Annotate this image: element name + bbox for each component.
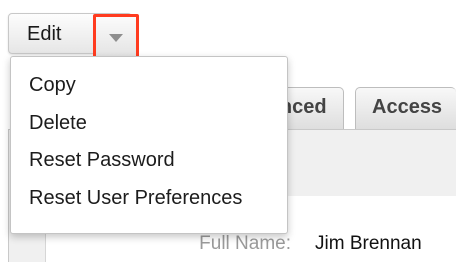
edit-split-button: Edit: [8, 13, 139, 59]
actions-dropdown-toggle[interactable]: [93, 14, 139, 59]
full-name-value: Jim Brennan: [315, 233, 422, 254]
menu-item-reset-password[interactable]: Reset Password: [11, 142, 287, 180]
menu-item-copy[interactable]: Copy: [11, 67, 287, 105]
actions-dropdown-menu: Copy Delete Reset Password Reset User Pr…: [10, 56, 288, 234]
edit-button[interactable]: Edit: [27, 23, 61, 45]
menu-item-reset-user-preferences[interactable]: Reset User Preferences: [11, 180, 287, 218]
menu-item-delete[interactable]: Delete: [11, 105, 287, 143]
full-name-label: Full Name:: [199, 233, 291, 254]
chevron-down-icon: [109, 33, 123, 42]
tab-access-label: Access: [372, 96, 443, 118]
tab-access[interactable]: Access: [355, 87, 456, 129]
user-detail-view: Advanced Access Full Name: Jim Brennan E…: [0, 0, 456, 262]
